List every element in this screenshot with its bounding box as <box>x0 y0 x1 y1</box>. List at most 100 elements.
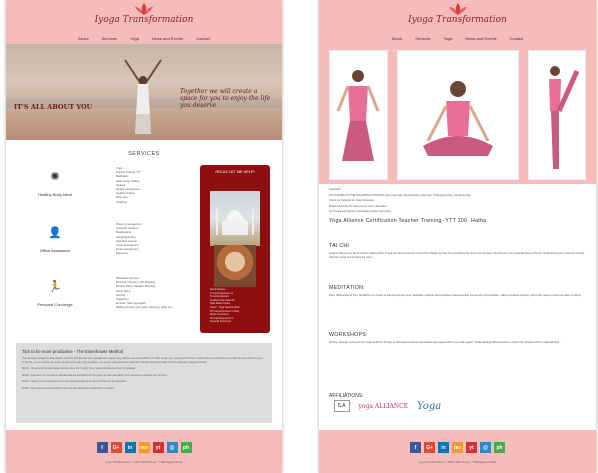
section-title: TAI CHI <box>329 243 350 249</box>
section-text: 30 Days Cleanse. Come join our Iyoga stu… <box>329 341 561 344</box>
calendar-link[interactable]: Check our Calendar for Class Schedules <box>329 199 587 203</box>
nav-contact[interactable]: Contact <box>510 36 524 41</box>
taj-mahal-icon <box>216 209 254 235</box>
section-workshops: WORKSHOPS: 30 Days Cleanse. Come join ou… <box>329 332 587 345</box>
page-yoga: Iyoga Transformation About Services Yoga… <box>319 0 596 473</box>
youtube-icon[interactable]: yt <box>466 442 477 453</box>
copyright: Iyoga Transformation © 2015 | Web Design… <box>418 461 497 464</box>
yoga-pose-photo-3 <box>528 50 586 180</box>
yoga-figure-image <box>124 59 162 134</box>
tips-bullet: Box#4 - Not urgent and not important: th… <box>22 386 115 390</box>
service-label: Office Assistance <box>39 248 71 253</box>
services-title: SERVICES <box>128 151 160 157</box>
tips-bullet: Box#3 - Urgent, but not important: these… <box>22 380 127 383</box>
relax-sidebar: RELAX LET ME HELP! Sandy Stavriou 5 Year… <box>200 165 270 333</box>
nav-about[interactable]: About <box>392 36 402 41</box>
linkedin-icon[interactable]: in <box>124 442 136 453</box>
social-links: f G+ in rss yt @ ph <box>319 442 596 453</box>
lotus-logo-icon <box>135 3 153 15</box>
hero-banner: IT'S ALL ABOUT YOU Together we will crea… <box>6 44 282 140</box>
facebook-icon[interactable]: f <box>410 442 421 453</box>
service-office-assistance[interactable]: 👤 Office Assistance <box>16 226 94 253</box>
social-links: f G+ in rss yt @ ph <box>6 442 282 453</box>
section-tai-chi: TAI CHI Iyoga is offering new Tai chi cl… <box>329 243 587 259</box>
affiliation-logos: ILA yoga ALLIANCE Yoga <box>334 400 441 412</box>
nav-services[interactable]: Services <box>102 36 117 41</box>
facebook-text: Please bookmark the site/event for more … <box>329 204 388 208</box>
relax-credentials: Sandy Stavriou 5 Years Experience As Per… <box>210 289 262 325</box>
nav-about[interactable]: About <box>78 36 88 41</box>
youtube-icon[interactable]: yt <box>152 442 164 453</box>
site-logo[interactable]: Iyoga Transformation <box>6 15 282 25</box>
nav-services[interactable]: Services <box>415 36 430 41</box>
section-title: WORKSHOPS: <box>329 332 368 338</box>
yoga-pose-photo-2 <box>397 50 519 180</box>
holiday-notice: NO CLASSES ON THE FOLLOWING HOLIDAYS: Ne… <box>329 193 471 197</box>
hero-right-text: Together we will create a space for you … <box>180 88 271 109</box>
affiliation-logo-yoga[interactable]: Yoga <box>417 401 441 412</box>
facebook-icon[interactable]: f <box>96 442 108 453</box>
pricing-link[interactable]: For Private and Payment information plea… <box>329 210 587 214</box>
relax-title: RELAX LET ME HELP! <box>215 170 255 174</box>
standing-pose-figure <box>549 66 580 169</box>
tips-box: Tips to be more productive - The Eisenho… <box>16 343 272 423</box>
site-logo[interactable]: Iyoga Transformation <box>319 15 596 25</box>
list-item: Data entry <box>116 252 128 256</box>
hero-left-text: IT'S ALL ABOUT YOU <box>14 103 93 111</box>
service-list-concierge: Relocation Services Personal / Grocery /… <box>116 277 201 311</box>
phone-icon[interactable]: ph <box>180 442 192 453</box>
main-nav: About Services Yoga News and Events Cont… <box>6 33 282 44</box>
tips-title: Tips to be more productive - The Eisenho… <box>22 349 124 354</box>
section-title: MEDITATION: <box>329 285 365 291</box>
copyright: Iyoga Transformation © 2015 | Web Design… <box>105 461 183 464</box>
rss-icon[interactable]: rss <box>452 442 463 453</box>
footer: f G+ in rss yt @ ph Iyoga Transformation… <box>6 430 282 473</box>
service-personal-concierge[interactable]: 🏃 Personal Concierge <box>16 280 94 307</box>
nav-yoga[interactable]: Yoga <box>130 36 139 41</box>
announcements: Important!! NO CLASSES ON THE FOLLOWING … <box>329 188 587 224</box>
notice-text: Important!! <box>329 188 341 191</box>
section-text: Every Wednesday at 7pm. Meditation is a … <box>329 294 582 297</box>
service-list-healthy: Yoga Teacher Training YTT Meditation Rei… <box>116 167 201 205</box>
footer: f G+ in rss yt @ ph Iyoga Transformation… <box>319 430 596 473</box>
main-nav: About Services Yoga News and Events Cont… <box>319 33 596 44</box>
yoga-pose-photo-1 <box>329 50 388 180</box>
tips-bullet: Box#2 - Important, but not urgent: activ… <box>22 373 168 377</box>
list-item: Waiting services (car repair, cable guy,… <box>116 306 174 310</box>
section-meditation: MEDITATION: Every Wednesday at 7pm. Medi… <box>329 285 587 298</box>
google-plus-icon[interactable]: G+ <box>110 442 122 453</box>
service-label: Personal Concierge <box>37 302 73 307</box>
taj-mahal-image <box>210 191 260 246</box>
google-plus-icon[interactable]: G+ <box>424 442 435 453</box>
tips-text: This technique (Dwight D. Eisenhower) us… <box>22 357 264 364</box>
meditation-figure <box>423 81 493 156</box>
nav-contact[interactable]: Contact <box>196 36 210 41</box>
nav-news-events[interactable]: News and Events <box>152 36 183 41</box>
header: Iyoga Transformation About Services Yoga… <box>6 0 282 44</box>
service-list-office: Property management Computer research Bo… <box>116 223 201 257</box>
email-icon[interactable]: @ <box>480 442 491 453</box>
header: Iyoga Transformation About Services Yoga… <box>319 0 596 44</box>
portrait-image <box>214 245 256 287</box>
tips-bullet: Box#1 - Urgent and important tasks must … <box>22 367 136 370</box>
lotus-logo-icon <box>448 3 467 15</box>
page-home: Iyoga Transformation About Services Yoga… <box>6 0 282 473</box>
affiliation-logo-ila[interactable]: ILA <box>334 400 350 412</box>
affiliations-title: AFFILIATIONS: <box>329 393 364 399</box>
email-icon[interactable]: @ <box>166 442 178 453</box>
certification-heading: Yoga Alliance Certification Teacher Trai… <box>329 217 487 224</box>
phone-icon[interactable]: ph <box>494 442 505 453</box>
service-healthy-body-mind[interactable]: ✺ Healthy Body-Mind <box>16 170 94 197</box>
linkedin-icon[interactable]: in <box>438 442 449 453</box>
credential-line: Financial Investment <box>210 321 232 324</box>
rss-icon[interactable]: rss <box>138 442 150 453</box>
running-person-icon: 🏃 <box>48 281 62 293</box>
wellness-icon: ✺ <box>50 171 60 183</box>
nav-news-events[interactable]: News and Events <box>465 36 496 41</box>
affiliation-logo-yoga-alliance[interactable]: yoga ALLIANCE <box>359 403 409 410</box>
section-text: Iyoga is offering new Tai chi classes st… <box>329 252 585 259</box>
person-icon: 👤 <box>48 227 62 239</box>
list-item: Coaching <box>116 200 127 204</box>
nav-yoga[interactable]: Yoga <box>443 36 452 41</box>
yoga-pose-figure <box>336 70 380 161</box>
